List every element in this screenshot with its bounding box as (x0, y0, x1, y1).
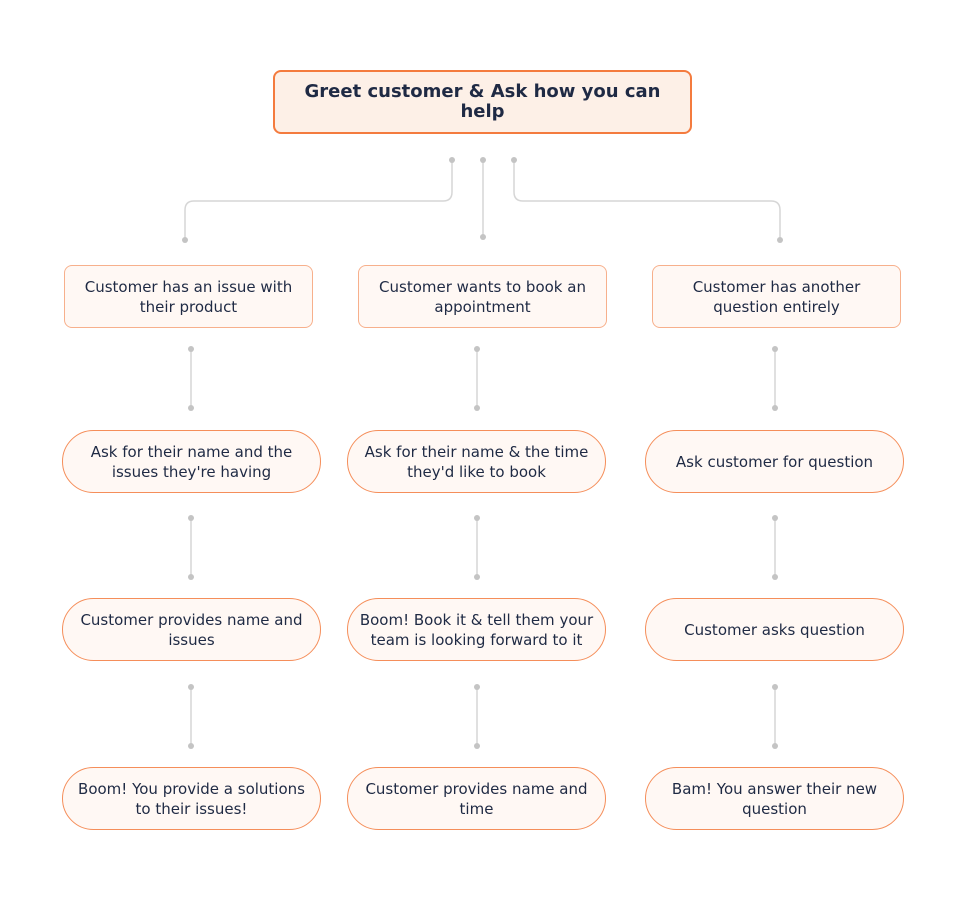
connector-root-left (184, 160, 453, 240)
step-node: Boom! Book it & tell them your team is l… (347, 598, 606, 661)
connector-dot (474, 405, 480, 411)
connector-dot (449, 157, 455, 163)
step-node: Boom! You provide a solutions to their i… (62, 767, 321, 830)
connector-dot (777, 237, 783, 243)
step-node: Customer asks question (645, 598, 904, 661)
connector-dot (480, 234, 486, 240)
connector-dot (474, 515, 480, 521)
connector-dot (188, 515, 194, 521)
flow-diagram: Greet customer & Ask how you can help Cu… (0, 0, 966, 901)
connector-dot (772, 684, 778, 690)
branch-other-question: Customer has another question entirely (652, 265, 901, 328)
connector-dot (511, 157, 517, 163)
connector-dot (474, 743, 480, 749)
step-node: Ask customer for question (645, 430, 904, 493)
connector-dot (188, 346, 194, 352)
connector-dot (188, 743, 194, 749)
step-node: Customer provides name and issues (62, 598, 321, 661)
connector-root-right (513, 160, 781, 240)
connector-dot (182, 237, 188, 243)
connector-dot (188, 574, 194, 580)
root-node: Greet customer & Ask how you can help (273, 70, 692, 134)
connector-dot (772, 405, 778, 411)
branch-appointment: Customer wants to book an appointment (358, 265, 607, 328)
connector-dot (480, 157, 486, 163)
connector-dot (474, 574, 480, 580)
connector-dot (772, 346, 778, 352)
step-node: Ask for their name and the issues they'r… (62, 430, 321, 493)
connector-dot (772, 743, 778, 749)
branch-issue: Customer has an issue with their product (64, 265, 313, 328)
connector-dot (474, 346, 480, 352)
step-node: Bam! You answer their new question (645, 767, 904, 830)
step-node: Ask for their name & the time they'd lik… (347, 430, 606, 493)
connector-dot (772, 515, 778, 521)
connector-dot (188, 684, 194, 690)
connector-dot (772, 574, 778, 580)
connector-dot (188, 405, 194, 411)
step-node: Customer provides name and time (347, 767, 606, 830)
connector-dot (474, 684, 480, 690)
